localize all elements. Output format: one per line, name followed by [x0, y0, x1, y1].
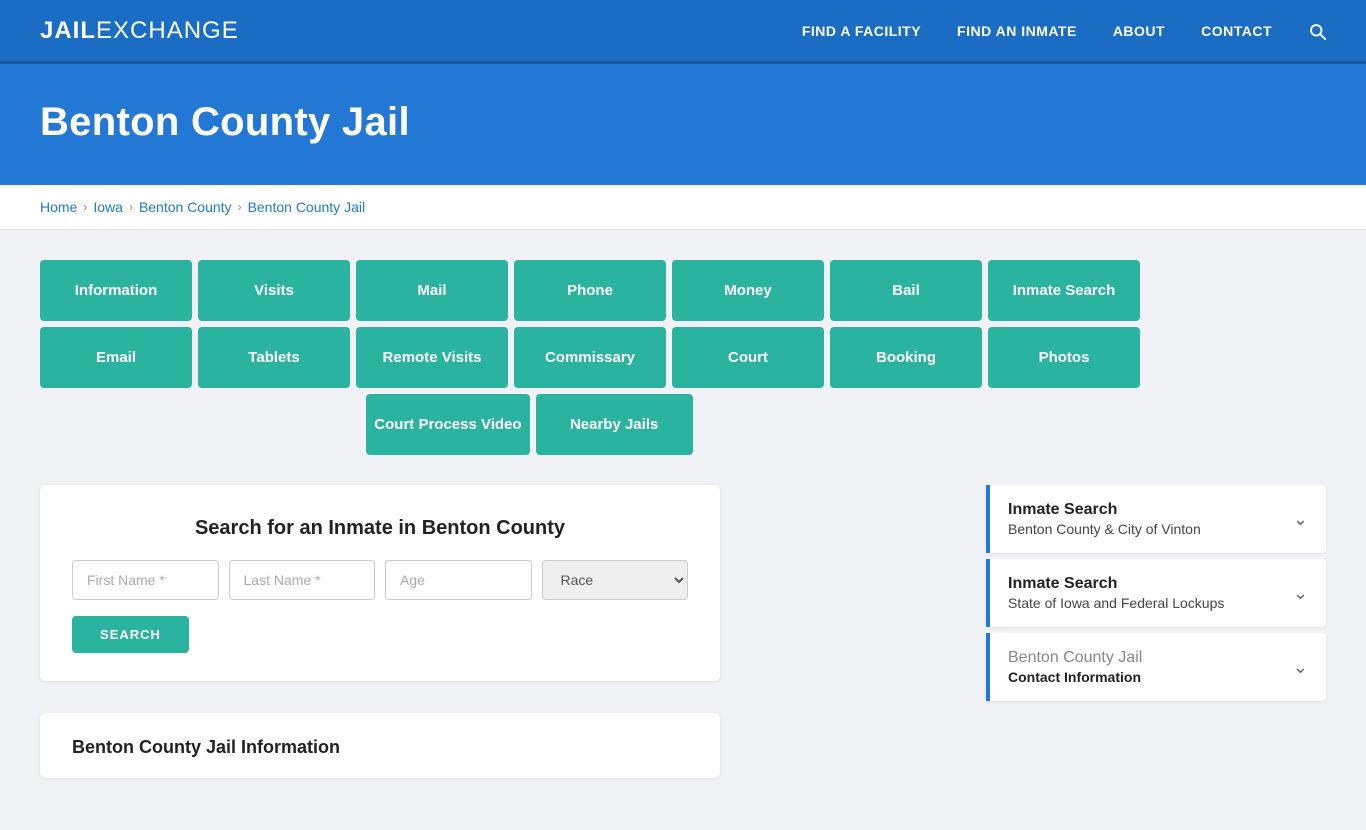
breadcrumb-sep-1: › — [83, 200, 87, 214]
btn-remote-visits[interactable]: Remote Visits — [356, 327, 508, 388]
chevron-down-icon-2: ⌄ — [1293, 583, 1308, 604]
btn-information[interactable]: Information — [40, 260, 192, 321]
header: JAIL EXCHANGE FIND A FACILITY FIND AN IN… — [0, 0, 1366, 64]
logo-jail: JAIL — [40, 17, 96, 45]
btn-court-process-video[interactable]: Court Process Video — [366, 394, 529, 455]
category-grid-row1: Information Visits Mail Phone Money Bail… — [40, 260, 1140, 321]
breadcrumb-benton-county[interactable]: Benton County — [139, 199, 232, 215]
btn-phone[interactable]: Phone — [514, 260, 666, 321]
jail-info-card: Benton County Jail Information — [40, 713, 720, 778]
breadcrumb: Home › Iowa › Benton County › Benton Cou… — [0, 185, 1366, 230]
sidebar-item-title-1: Inmate Search — [1008, 501, 1201, 519]
nav-contact[interactable]: CONTACT — [1201, 23, 1272, 39]
breadcrumb-sep-2: › — [129, 200, 133, 214]
inmate-search-card: Search for an Inmate in Benton County Ra… — [40, 485, 720, 681]
chevron-down-icon-3: ⌄ — [1293, 657, 1308, 678]
btn-money[interactable]: Money — [672, 260, 824, 321]
search-button[interactable]: SEARCH — [72, 616, 189, 653]
sidebar: Inmate Search Benton County & City of Vi… — [986, 485, 1326, 707]
btn-nearby-jails[interactable]: Nearby Jails — [536, 394, 693, 455]
age-input[interactable] — [385, 560, 532, 600]
sidebar-inmate-search-benton[interactable]: Inmate Search Benton County & City of Vi… — [986, 485, 1326, 553]
btn-inmate-search[interactable]: Inmate Search — [988, 260, 1140, 321]
sidebar-item-subtitle-1: Benton County & City of Vinton — [1008, 521, 1201, 537]
btn-court[interactable]: Court — [672, 327, 824, 388]
hero-section: Benton County Jail — [0, 64, 1366, 185]
logo[interactable]: JAIL EXCHANGE — [40, 17, 239, 45]
search-card-title: Search for an Inmate in Benton County — [72, 517, 688, 540]
sidebar-item-title-3: Benton County Jail — [1008, 649, 1142, 667]
btn-mail[interactable]: Mail — [356, 260, 508, 321]
sidebar-item-subtitle-3: Contact Information — [1008, 669, 1142, 685]
left-column: Search for an Inmate in Benton County Ra… — [40, 485, 962, 778]
breadcrumb-current[interactable]: Benton County Jail — [248, 199, 366, 215]
page-title: Benton County Jail — [40, 100, 1326, 145]
info-card-title: Benton County Jail Information — [72, 737, 688, 758]
breadcrumb-iowa[interactable]: Iowa — [93, 199, 123, 215]
btn-tablets[interactable]: Tablets — [198, 327, 350, 388]
category-grid-row2: Email Tablets Remote Visits Commissary C… — [40, 327, 1140, 388]
breadcrumb-home[interactable]: Home — [40, 199, 77, 215]
sidebar-item-title-2: Inmate Search — [1008, 575, 1224, 593]
btn-booking[interactable]: Booking — [830, 327, 982, 388]
btn-email[interactable]: Email — [40, 327, 192, 388]
main-nav: FIND A FACILITY FIND AN INMATE ABOUT CON… — [802, 22, 1326, 40]
main-content: Information Visits Mail Phone Money Bail… — [0, 230, 1366, 830]
btn-bail[interactable]: Bail — [830, 260, 982, 321]
sidebar-inmate-search-iowa[interactable]: Inmate Search State of Iowa and Federal … — [986, 559, 1326, 627]
logo-exchange: EXCHANGE — [96, 17, 239, 45]
chevron-down-icon-1: ⌄ — [1293, 509, 1308, 530]
btn-visits[interactable]: Visits — [198, 260, 350, 321]
header-search-button[interactable] — [1308, 22, 1326, 40]
nav-find-inmate[interactable]: FIND AN INMATE — [957, 23, 1077, 39]
breadcrumb-sep-3: › — [238, 200, 242, 214]
race-select[interactable]: RaceWhiteBlackHispanicAsianOther — [542, 560, 689, 600]
category-grid-row3: Court Process Video Nearby Jails — [40, 394, 1140, 455]
btn-commissary[interactable]: Commissary — [514, 327, 666, 388]
nav-about[interactable]: ABOUT — [1113, 23, 1165, 39]
search-form: RaceWhiteBlackHispanicAsianOther — [72, 560, 688, 600]
nav-find-facility[interactable]: FIND A FACILITY — [802, 23, 921, 39]
sidebar-item-subtitle-2: State of Iowa and Federal Lockups — [1008, 595, 1224, 611]
btn-photos[interactable]: Photos — [988, 327, 1140, 388]
sidebar-contact-info[interactable]: Benton County Jail Contact Information ⌄ — [986, 633, 1326, 701]
last-name-input[interactable] — [229, 560, 376, 600]
first-name-input[interactable] — [72, 560, 219, 600]
bottom-layout: Search for an Inmate in Benton County Ra… — [40, 485, 1326, 778]
